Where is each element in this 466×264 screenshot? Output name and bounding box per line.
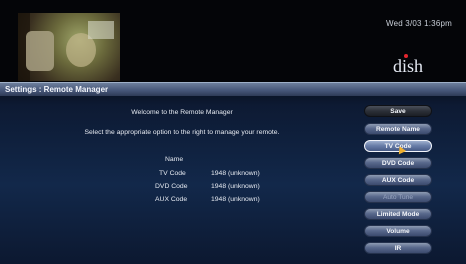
limited-mode-button[interactable]: Limited Mode (364, 208, 432, 220)
remote-name-button[interactable]: Remote Name (364, 123, 432, 135)
save-button[interactable]: Save (364, 105, 432, 117)
tv-code-value: 1948 (unknown) (211, 170, 260, 177)
welcome-text: Welcome to the Remote Manager (131, 109, 233, 116)
ir-button[interactable]: IR (364, 242, 432, 254)
breadcrumb: Settings : Remote Manager (5, 85, 109, 94)
tv-code-label: TV Code (159, 170, 186, 177)
aux-code-button[interactable]: AUX Code (364, 174, 432, 186)
aux-code-value: 1948 (unknown) (211, 196, 260, 203)
tv-screen: Wed 3/03 1:36pm dish Settings : Remote M… (0, 0, 466, 264)
name-header: Name (165, 156, 184, 163)
logo-text: dish (393, 56, 424, 76)
dish-logo: dish (393, 54, 424, 76)
instruction-text: Select the appropriate option to the rig… (84, 129, 280, 136)
volume-button[interactable]: Volume (364, 225, 432, 237)
date-time: Wed 3/03 1:36pm (385, 19, 452, 28)
aux-code-label: AUX Code (155, 196, 188, 203)
dvd-code-button[interactable]: DVD Code (364, 157, 432, 169)
breadcrumb-bar: Settings : Remote Manager (0, 82, 466, 96)
auto-tune-button[interactable]: Auto Tune (364, 191, 432, 203)
live-tv-preview (18, 13, 120, 81)
dvd-code-label: DVD Code (155, 183, 188, 190)
logo-dot-icon (404, 54, 408, 58)
dvd-code-value: 1948 (unknown) (211, 183, 260, 190)
